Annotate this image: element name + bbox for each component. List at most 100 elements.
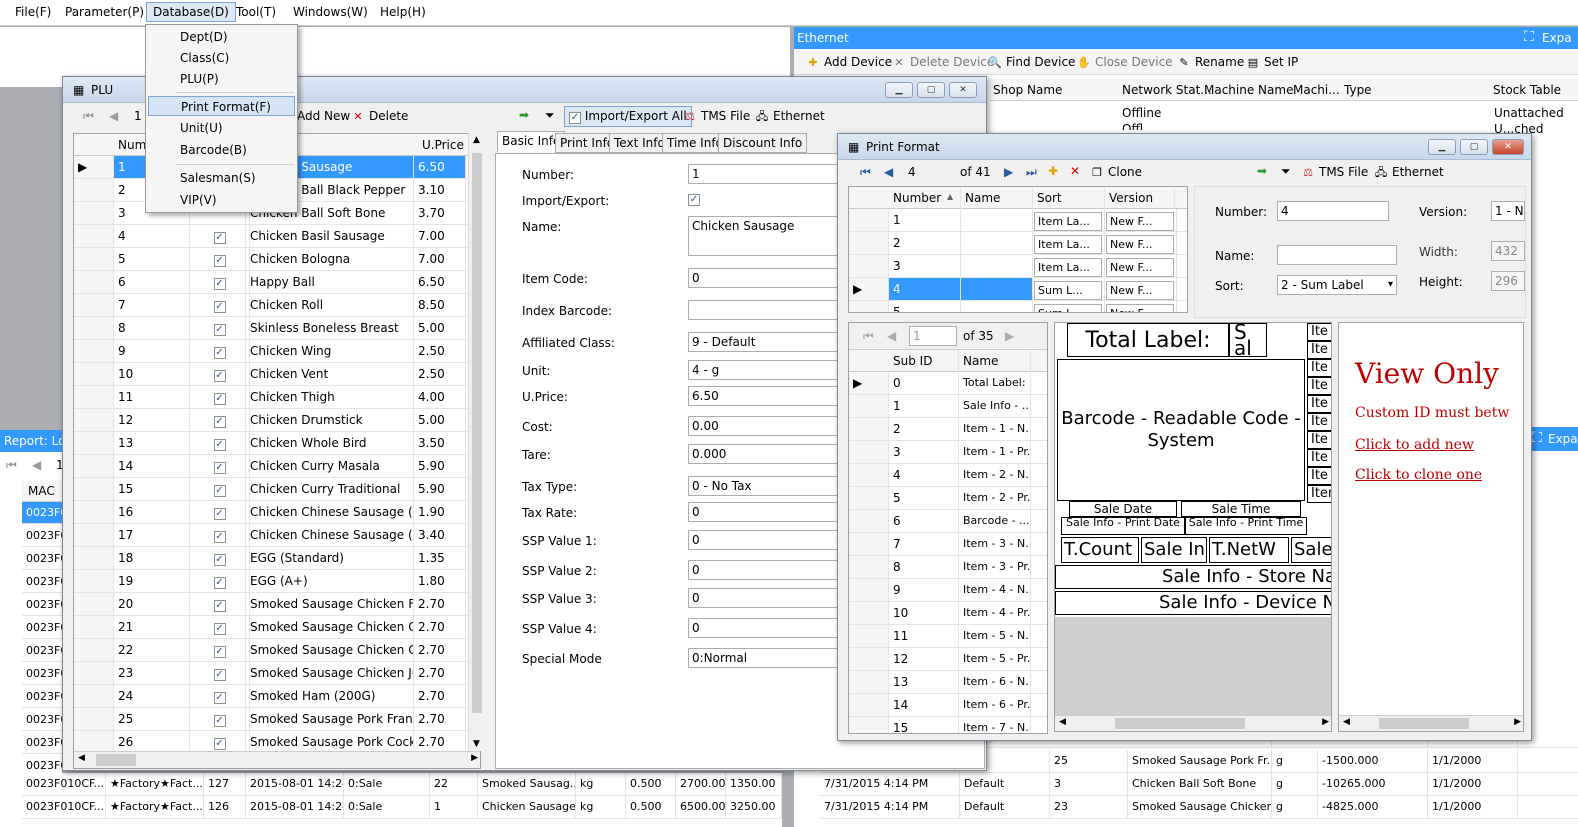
export-icon[interactable]: ➡ [1257, 164, 1267, 178]
table-row[interactable]: 20 ✓ Smoked Sausage Chicken Fran...2.70 [74, 593, 480, 616]
checkbox-icon[interactable]: ✓ [213, 738, 226, 750]
tms-file-button[interactable]: ⚖ TMS File [683, 109, 750, 124]
table-row[interactable]: ▶ 4 Sum L... New F... [849, 278, 1187, 301]
menu-database[interactable]: Database(D) [146, 2, 236, 22]
table-row[interactable]: 6 Barcode - ... [849, 510, 1047, 533]
delete-device-button[interactable]: ✕ Delete Device [892, 55, 994, 70]
clone-link[interactable]: Click to clone one [1355, 467, 1482, 483]
delete-icon[interactable]: ✕ [1070, 164, 1080, 178]
table-row[interactable]: 5 Item - 2 - Pr... [849, 487, 1047, 510]
ethernet-button[interactable]: 🖧 Ethernet [1374, 165, 1444, 180]
import-checkbox-cell[interactable]: ✓ [190, 386, 246, 408]
checkbox-icon[interactable]: ✓ [213, 301, 226, 313]
import-checkbox-cell[interactable]: ✓ [190, 616, 246, 638]
table-row[interactable]: 14 Item - 6 - Pr... [849, 694, 1047, 717]
version-select[interactable]: New F... [1106, 212, 1174, 231]
checkbox-icon[interactable]: ✓ [213, 324, 226, 336]
checkbox-icon[interactable]: ✓ [213, 577, 226, 589]
sort-select[interactable]: Sum L... [1034, 304, 1102, 312]
version-select-cell[interactable]: New F... [1105, 278, 1177, 300]
sub-page-input[interactable]: 1 [909, 326, 957, 346]
version-select[interactable]: New F... [1106, 235, 1174, 254]
import-checkbox-cell[interactable]: ✓ [190, 455, 246, 477]
close-button[interactable]: ✕ [1492, 139, 1524, 155]
checkbox-icon[interactable]: ✓ [213, 232, 226, 244]
menu-file[interactable]: File(F) [15, 5, 51, 19]
table-row[interactable]: 10 ✓ Chicken Vent 2.50 [74, 363, 480, 386]
table-row[interactable]: 8 ✓ Skinless Boneless Breast 5.00 [74, 317, 480, 340]
vertical-scrollbar[interactable]: ▲ ▼ [468, 133, 485, 751]
checkbox-icon[interactable]: ✓ [213, 508, 226, 520]
table-row[interactable]: 16 ✓ Chicken Chinese Sausage (220G)1.90 [74, 501, 480, 524]
rename-button[interactable]: ✎ Rename [1177, 55, 1244, 70]
table-row[interactable]: 12 ✓ Chicken Drumstick 5.00 [74, 409, 480, 432]
canvas-sale-date[interactable]: Sale Date [1069, 501, 1177, 517]
sub-item-grid[interactable]: Sub ID Name ▶ 0 Total Label: 1 Sale Info - .… [849, 349, 1047, 733]
import-checkbox-cell[interactable]: ✓ [190, 340, 246, 362]
menu-item-plu[interactable]: PLU(P) [148, 69, 295, 89]
close-button[interactable]: ✕ [949, 82, 977, 98]
import-checkbox-cell[interactable]: ✓ [190, 639, 246, 661]
table-row[interactable]: 23 ✓ Smoked Sausage Chicken Jum...2.70 [74, 662, 480, 685]
canvas-sale[interactable]: Sale [1291, 537, 1331, 563]
expand-icon[interactable]: ⛶ [1524, 29, 1534, 45]
table-row[interactable]: 1 Item La... New F... [849, 209, 1187, 232]
table-row[interactable]: 18 ✓ EGG (Standard) 1.35 [74, 547, 480, 570]
expand-label[interactable]: Expa [1548, 432, 1578, 446]
canvas-item[interactable]: Ite [1307, 377, 1331, 395]
canvas-item[interactable]: Ite [1307, 323, 1331, 341]
menu-tool[interactable]: Tool(T) [236, 5, 276, 19]
checkbox-icon[interactable]: ✓ [213, 669, 226, 681]
first-page-icon[interactable]: ⏮ [860, 165, 871, 180]
table-row[interactable]: 7/31/2015 4:14 PM Default 3 Chicken Ball So… [820, 773, 1578, 796]
sort-select[interactable]: Sum L... [1034, 281, 1102, 300]
next-page-icon[interactable]: ▶ [1005, 329, 1014, 343]
table-row[interactable]: ▶ 0 Total Label: [849, 372, 1047, 395]
table-row[interactable]: 5 Sum L... New F... [849, 301, 1187, 312]
menu-help[interactable]: Help(H) [380, 5, 426, 19]
canvas-barcode[interactable]: Barcode - Readable Code - System [1057, 359, 1305, 501]
delete-button[interactable]: ✕ Delete [351, 109, 408, 124]
prev-page-icon[interactable]: ◀ [32, 458, 41, 472]
last-page-icon[interactable]: ⏭ [1026, 165, 1037, 180]
menu-parameter[interactable]: Parameter(P) [65, 5, 144, 19]
tab-text-info[interactable]: Text Info [609, 133, 670, 153]
import-export-checkbox[interactable]: ✓ [688, 194, 700, 206]
next-page-icon[interactable]: ▶ [1004, 165, 1013, 179]
table-row[interactable]: 4 ✓ Chicken Basil Sausage 7.00 [74, 225, 480, 248]
import-checkbox-cell[interactable]: ✓ [190, 409, 246, 431]
table-row[interactable]: 21 ✓ Smoked Sausage Chicken Coc...2.70 [74, 616, 480, 639]
checkbox-icon[interactable]: ✓ [213, 439, 226, 451]
table-row[interactable]: 15 ✓ Chicken Curry Traditional 5.90 [74, 478, 480, 501]
sort-select-cell[interactable]: Item La... [1033, 232, 1105, 254]
name-field[interactable] [1277, 245, 1397, 265]
import-checkbox-cell[interactable]: ✓ [190, 294, 246, 316]
minimize-button[interactable]: ▁ [885, 82, 913, 98]
clone-button[interactable]: ❐ Clone [1090, 165, 1142, 180]
canvas-item[interactable]: Ite [1307, 449, 1331, 467]
import-checkbox-cell[interactable]: ✓ [190, 271, 246, 293]
table-row[interactable]: 13 Item - 6 - N... [849, 671, 1047, 694]
import-checkbox-cell[interactable]: ✓ [190, 731, 246, 753]
first-page-icon[interactable]: ⏮ [863, 329, 874, 344]
tms-file-button[interactable]: ⚖ TMS File [1301, 165, 1368, 180]
close-device-button[interactable]: ✋ Close Device [1077, 55, 1172, 70]
version-select-cell[interactable]: New F... [1105, 209, 1177, 231]
first-page-icon[interactable]: ⏮ [6, 458, 17, 473]
canvas-total-label[interactable]: Total Label: [1067, 323, 1229, 357]
menu-item-print-format[interactable]: Print Format(F) [148, 96, 295, 116]
table-row[interactable]: 11 ✓ Chicken Thigh 4.00 [74, 386, 480, 409]
checkbox-icon[interactable]: ✓ [213, 623, 226, 635]
export-icon[interactable]: ➡ [519, 108, 529, 122]
canvas-print-date[interactable]: Sale Info - Print Date [1061, 517, 1185, 535]
menu-item-salesman[interactable]: Salesman(S) [148, 168, 295, 188]
table-row[interactable]: 3 Item - 1 - Pr... [849, 441, 1047, 464]
add-new-link[interactable]: Click to add new [1355, 437, 1474, 453]
canvas-store-name[interactable]: Sale Info - Store Na [1055, 565, 1331, 589]
minimize-button[interactable]: ▁ [1428, 139, 1456, 155]
prev-page-icon[interactable]: ◀ [109, 109, 118, 123]
import-checkbox-cell[interactable]: ✓ [190, 685, 246, 707]
table-row[interactable]: 7 Item - 3 - N... [849, 533, 1047, 556]
checkbox-icon[interactable]: ✓ [213, 485, 226, 497]
canvas-item[interactable]: Ite [1307, 467, 1331, 485]
